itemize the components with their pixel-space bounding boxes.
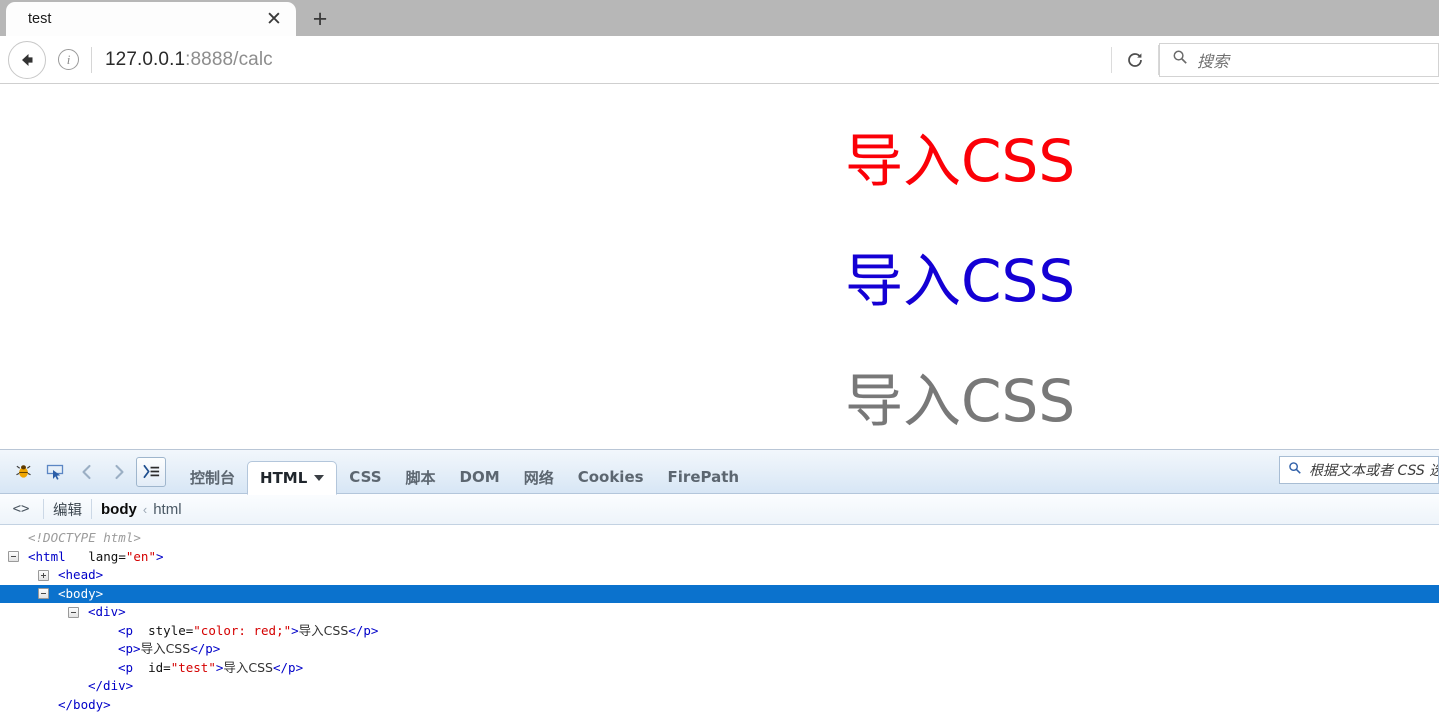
p1-close-tag: </p> [348, 622, 379, 638]
tab-html-label: HTML [260, 468, 308, 487]
p3-close-tag: </p> [273, 659, 304, 675]
tab-cookies[interactable]: Cookies [566, 461, 656, 494]
tab-firepath[interactable]: FirePath [656, 461, 752, 494]
p2-close-tag: </p> [190, 641, 221, 656]
nav-previous-icon[interactable] [72, 457, 102, 487]
browser-tab-test[interactable]: test ✕ [6, 2, 296, 36]
back-arrow-icon[interactable] [8, 40, 46, 79]
url-host: 127.0.0.1 [105, 48, 186, 70]
html-open-tag-end: > [155, 548, 164, 564]
browser-tabstrip: test ✕ + [0, 0, 1439, 36]
crumb-divider-2 [91, 499, 92, 519]
browser-tab-title: test [28, 11, 52, 27]
tab-html[interactable]: HTML [247, 460, 338, 495]
tree-row-body[interactable]: <body> [0, 584, 1439, 603]
tree-row-div-close[interactable]: </div> [0, 677, 1439, 696]
p1-open-tag: <p [118, 622, 134, 638]
p1-text: 导入CSS [298, 622, 349, 638]
paragraph-blue: 导入CSS [845, 247, 1076, 315]
toggle-console-icon[interactable] [136, 456, 166, 487]
tab-console[interactable]: 控制台 [178, 461, 247, 494]
firebug-bug-icon[interactable] [8, 457, 38, 487]
tab-dom[interactable]: DOM [448, 461, 512, 494]
body-close-tag: </body> [58, 696, 111, 712]
div-tag: <div> [88, 604, 126, 619]
collapse-toggle-body[interactable] [38, 588, 49, 599]
p3-open-tag: <p [118, 659, 134, 675]
crumb-divider-1 [43, 499, 44, 519]
tab-script[interactable]: 脚本 [394, 461, 448, 494]
html-lang-attr-name: lang= [88, 548, 126, 564]
head-tag: <head> [58, 567, 104, 582]
paragraph-red: 导入CSS [845, 127, 1076, 195]
p3-id-attr-value: "test" [170, 659, 216, 675]
page-content: 导入CSS 导入CSS 导入CSS [0, 84, 1439, 430]
div-close-tag: </div> [88, 678, 134, 693]
tree-row-body-close[interactable]: </body> [0, 696, 1439, 713]
inspect-element-icon[interactable] [40, 457, 70, 487]
firebug-breadcrumb-bar: <> 编辑 body ‹ html [0, 494, 1439, 525]
browser-urlbar: i 127.0.0.1:8888/calc 搜索 [0, 36, 1439, 84]
close-icon[interactable]: ✕ [262, 7, 286, 31]
tree-row-doctype: <!DOCTYPE html> [0, 529, 1439, 548]
tree-row-p3[interactable]: <p id="test">导入CSS</p> [0, 659, 1439, 678]
html-source-view-icon[interactable]: <> [8, 496, 34, 522]
reload-icon[interactable] [1112, 37, 1158, 83]
collapse-toggle-html[interactable] [8, 551, 19, 562]
tree-row-head[interactable]: <head> [0, 566, 1439, 585]
url-text[interactable]: 127.0.0.1:8888/calc [105, 49, 273, 71]
p1-style-attr-value: "color: red;" [193, 622, 292, 638]
edit-button[interactable]: 编辑 [53, 499, 82, 520]
new-tab-icon[interactable]: + [300, 2, 340, 36]
html-lang-attr-value: "en" [125, 548, 156, 564]
firebug-panel: 控制台 HTML CSS 脚本 DOM 网络 Cookies FirePath … [0, 449, 1439, 713]
firebug-tabs: 控制台 HTML CSS 脚本 DOM 网络 Cookies FirePath [178, 450, 752, 495]
p3-id-attr-name: id= [148, 659, 171, 675]
browser-search-box[interactable]: 搜索 [1159, 42, 1439, 77]
firebug-search-placeholder: 根据文本或者 CSS 选 [1309, 463, 1439, 479]
search-icon [1172, 49, 1188, 70]
chevron-down-icon[interactable] [314, 474, 325, 481]
p1-open-tag-end: > [291, 622, 299, 638]
url-path: :8888/calc [185, 48, 273, 70]
paragraph-gray: 导入CSS [845, 367, 1076, 435]
p2-open-tag: <p> [118, 641, 141, 656]
tab-css[interactable]: CSS [337, 461, 393, 494]
breadcrumb-separator: ‹ [142, 501, 148, 517]
tab-net[interactable]: 网络 [512, 461, 566, 494]
breadcrumb-node-html[interactable]: html [153, 501, 181, 518]
search-icon [1288, 461, 1302, 480]
tree-row-div[interactable]: <div> [0, 603, 1439, 622]
html-source-tree[interactable]: <!DOCTYPE html> <html lang="en"> <head> … [0, 525, 1439, 712]
url-divider [91, 46, 92, 73]
p3-text: 导入CSS [223, 659, 273, 675]
html-open-tag: <html [28, 548, 66, 564]
browser-search-placeholder: 搜索 [1197, 51, 1230, 71]
firebug-toolbar: 控制台 HTML CSS 脚本 DOM 网络 Cookies FirePath … [0, 450, 1439, 495]
doctype-text: <!DOCTYPE html> [28, 530, 141, 545]
p2-text: 导入CSS [140, 641, 191, 656]
breadcrumb-node-body[interactable]: body [101, 501, 137, 518]
page-viewport: 导入CSS 导入CSS 导入CSS [0, 84, 1439, 449]
browser-chrome: test ✕ + i 127.0.0.1:8888/calc 搜索 [0, 0, 1439, 84]
p1-style-attr-name: style= [148, 622, 194, 638]
nav-next-icon[interactable] [104, 457, 134, 487]
tree-row-html[interactable]: <html lang="en"> [0, 548, 1439, 567]
tree-row-p1[interactable]: <p style="color: red;">导入CSS</p> [0, 622, 1439, 641]
firebug-search-box[interactable]: 根据文本或者 CSS 选 [1279, 456, 1439, 484]
site-info-icon[interactable]: i [58, 49, 79, 70]
collapse-toggle-div[interactable] [68, 606, 79, 618]
expand-toggle-head[interactable] [38, 569, 49, 581]
tree-row-p2[interactable]: <p>导入CSS</p> [0, 640, 1439, 659]
body-tag: <body> [58, 585, 104, 601]
